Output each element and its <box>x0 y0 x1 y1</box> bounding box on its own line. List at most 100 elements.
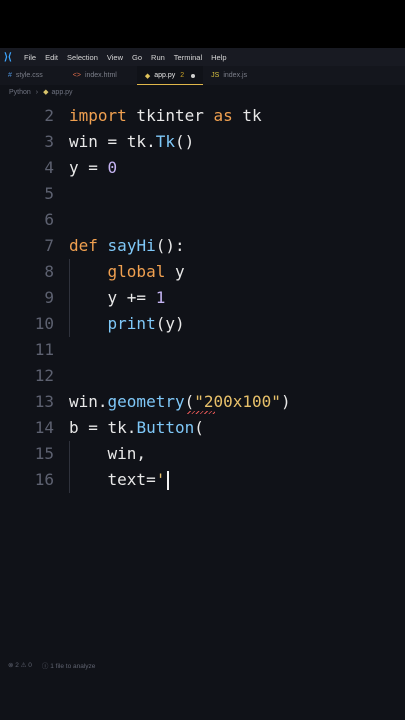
code-line[interactable]: 3 win = tk.Tk() <box>0 129 405 155</box>
code-text: y += 1 <box>69 287 166 309</box>
code-token: win, <box>107 444 147 463</box>
code-line[interactable]: 9 y += 1 <box>0 285 405 311</box>
code-token: ' <box>155 470 166 489</box>
status-bar: ⊗ 2 ⚠ 0 ⓘ 1 file to analyze <box>0 658 405 672</box>
code-token: Tk <box>155 132 175 151</box>
code-text: text=' <box>69 469 170 491</box>
code-line[interactable]: 5 <box>0 181 405 207</box>
line-number: 13 <box>34 392 54 411</box>
line-number: 8 <box>44 262 54 281</box>
indent-guide <box>69 441 70 493</box>
menu-selection[interactable]: Selection <box>67 53 98 62</box>
code-line[interactable]: 7 def sayHi(): <box>0 233 405 259</box>
code-text: import tkinter as tk <box>69 105 262 127</box>
unsaved-dot-icon[interactable] <box>191 73 196 78</box>
breadcrumb: Python › ◆ app.py <box>0 86 405 98</box>
line-number: 16 <box>34 470 54 489</box>
js-file-icon: JS <box>211 72 220 79</box>
line-number: 3 <box>44 132 54 151</box>
code-token: tkinter <box>126 106 214 125</box>
tab-label: style.css <box>15 72 43 79</box>
code-token: win. <box>69 392 108 411</box>
code-text: def sayHi(): <box>69 235 185 257</box>
code-token: win = tk. <box>69 132 156 151</box>
code-token: text= <box>107 470 156 489</box>
code-line[interactable]: 8 global y <box>0 259 405 285</box>
breadcrumb-folder[interactable]: Python <box>9 89 31 96</box>
code-token: tk <box>232 106 262 125</box>
menu-view[interactable]: View <box>107 53 123 62</box>
code-token: 0 <box>107 158 118 177</box>
code-token: geometry <box>107 392 185 411</box>
code-token: import <box>69 106 127 125</box>
error-squiggle <box>187 411 215 414</box>
code-token: y <box>165 262 185 281</box>
menu-go[interactable]: Go <box>132 53 142 62</box>
chevron-right-icon: › <box>35 88 39 96</box>
problems-indicator[interactable]: ⊗ 2 ⚠ 0 <box>8 661 32 669</box>
line-number: 14 <box>34 418 54 437</box>
code-token: (): <box>155 236 185 255</box>
tab-app-py[interactable]: ◆ app.py 2 <box>136 66 204 85</box>
code-token: global <box>107 262 166 281</box>
vscode-logo-icon: ⟩⟨ <box>4 51 12 63</box>
code-line[interactable]: 15 win, <box>0 441 405 467</box>
breadcrumb-file[interactable]: app.py <box>52 89 73 96</box>
tab-index-js[interactable]: JS index.js <box>203 66 255 85</box>
line-number: 9 <box>44 288 54 307</box>
indent-guide <box>69 259 70 337</box>
line-number: 2 <box>44 106 54 125</box>
code-line[interactable]: 14 b = tk.Button( <box>0 415 405 441</box>
menu-edit[interactable]: Edit <box>45 53 58 62</box>
text-cursor <box>167 471 170 490</box>
code-token: as <box>213 106 233 125</box>
code-token: ( <box>184 392 195 411</box>
css-file-icon: # <box>8 72 12 79</box>
code-line[interactable]: 12 <box>0 363 405 389</box>
menu-file[interactable]: File <box>24 53 36 62</box>
menu-help[interactable]: Help <box>211 53 226 62</box>
code-token: ) <box>280 392 291 411</box>
code-token: sayHi <box>107 236 156 255</box>
code-token: b = tk. <box>69 418 137 437</box>
menu-run[interactable]: Run <box>151 53 165 62</box>
line-number: 4 <box>44 158 54 177</box>
code-token: def <box>69 236 98 255</box>
code-text: win.geometry("200x100") <box>69 391 291 413</box>
menu-terminal[interactable]: Terminal <box>174 53 202 62</box>
code-line[interactable]: 11 <box>0 337 405 363</box>
code-line[interactable]: 4 y = 0 <box>0 155 405 181</box>
code-text: global y <box>69 261 185 283</box>
line-number: 5 <box>44 184 54 203</box>
tab-style-css[interactable]: # style.css <box>0 66 51 85</box>
code-token: y += <box>107 288 156 307</box>
code-text: b = tk.Button( <box>69 417 204 439</box>
line-number: 11 <box>34 340 54 359</box>
tab-label: app.py <box>154 72 176 79</box>
line-number: 10 <box>34 314 54 333</box>
top-black-bar <box>0 0 405 48</box>
code-line[interactable]: 6 <box>0 207 405 233</box>
line-number: 6 <box>44 210 54 229</box>
python-file-icon: ◆ <box>43 89 49 96</box>
code-token: (y) <box>155 314 185 333</box>
tab-index-html[interactable]: <> index.html <box>65 66 125 85</box>
python-file-icon: ◆ <box>144 72 151 80</box>
analysis-status[interactable]: ⓘ 1 file to analyze <box>42 660 95 670</box>
code-token: Button <box>136 418 195 437</box>
code-editor[interactable]: 2 import tkinter as tk 3 win = tk.Tk () 4 y = … <box>0 103 405 493</box>
code-token: 1 <box>155 288 166 307</box>
code-token: ( <box>194 418 204 437</box>
code-line[interactable]: 10 print(y) <box>0 311 405 337</box>
code-line[interactable]: 2 import tkinter as tk <box>0 103 405 129</box>
editor-tabs: # style.css <> index.html ◆ app.py 2 JS … <box>0 66 405 85</box>
code-line[interactable]: 16 text=' <box>0 467 405 493</box>
line-number: 12 <box>34 366 54 385</box>
code-token: print <box>107 314 156 333</box>
